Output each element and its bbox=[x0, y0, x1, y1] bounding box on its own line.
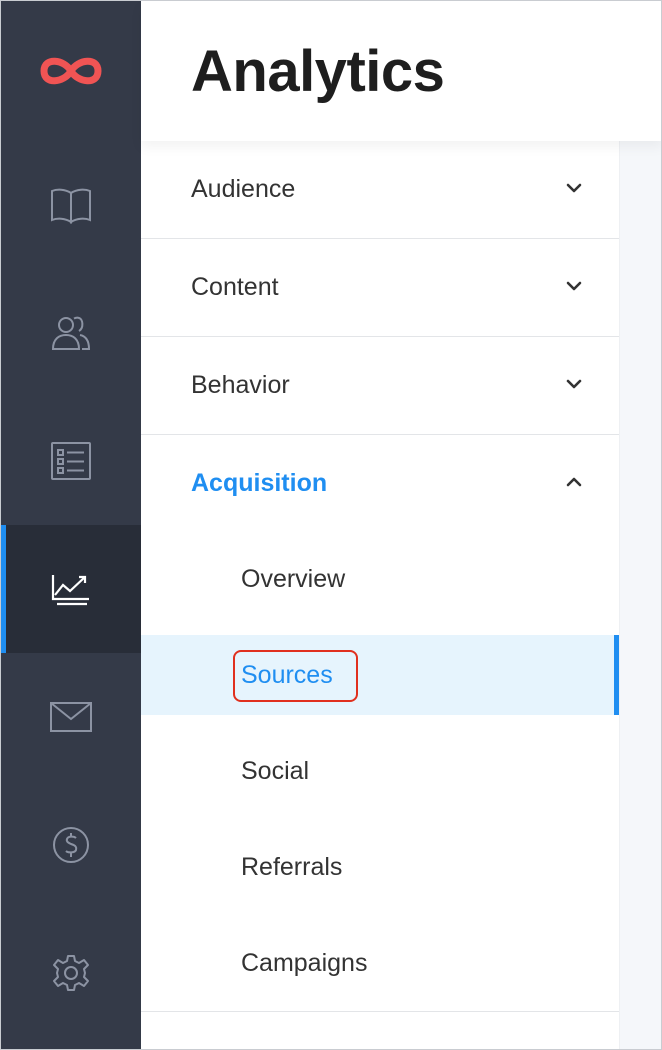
submenu-item-social[interactable]: Social bbox=[141, 731, 619, 811]
app-logo[interactable] bbox=[1, 1, 141, 141]
rail-item-content[interactable] bbox=[1, 141, 141, 269]
rail-item-mail[interactable] bbox=[1, 653, 141, 781]
book-icon bbox=[51, 188, 91, 224]
submenu-item-referrals[interactable]: Referrals bbox=[141, 827, 619, 907]
users-icon bbox=[51, 316, 91, 350]
menu-section-audience[interactable]: Audience bbox=[141, 141, 619, 239]
app-window: Analytics Audience Content Behavior Acqu… bbox=[0, 0, 662, 1050]
divider bbox=[141, 1011, 619, 1012]
highlight-annotation bbox=[233, 650, 358, 702]
section-label: Behavior bbox=[191, 371, 290, 399]
icon-rail bbox=[1, 1, 141, 1049]
page-header: Analytics bbox=[141, 1, 661, 141]
gear-icon bbox=[53, 955, 89, 991]
rail-item-settings[interactable] bbox=[1, 909, 141, 1037]
content-gutter bbox=[619, 141, 661, 1049]
chevron-down-icon bbox=[565, 375, 583, 393]
page-title: Analytics bbox=[191, 39, 445, 104]
dollar-icon bbox=[53, 827, 89, 863]
submenu-label: Social bbox=[241, 757, 310, 785]
submenu-label: Overview bbox=[241, 565, 346, 593]
infinity-logo-icon bbox=[40, 57, 102, 85]
analytics-menu: Audience Content Behavior Acquisition Ov bbox=[141, 141, 619, 1049]
chevron-down-icon bbox=[565, 179, 583, 197]
submenu-label: Campaigns bbox=[241, 949, 368, 977]
menu-section-content[interactable]: Content bbox=[141, 239, 619, 337]
rail-item-audience[interactable] bbox=[1, 269, 141, 397]
section-label: Content bbox=[191, 273, 279, 301]
submenu-item-overview[interactable]: Overview bbox=[141, 539, 619, 619]
section-label: Acquisition bbox=[191, 469, 328, 497]
rail-item-reports[interactable] bbox=[1, 397, 141, 525]
rail-item-billing[interactable] bbox=[1, 781, 141, 909]
section-label: Audience bbox=[191, 175, 296, 203]
submenu-item-campaigns[interactable]: Campaigns bbox=[141, 923, 619, 1003]
menu-section-acquisition[interactable]: Acquisition bbox=[141, 435, 619, 533]
submenu-item-sources[interactable]: Sources bbox=[141, 635, 619, 715]
analytics-chart-icon bbox=[51, 575, 89, 606]
mail-icon bbox=[50, 702, 92, 732]
menu-section-behavior[interactable]: Behavior bbox=[141, 337, 619, 435]
rail-item-analytics[interactable] bbox=[1, 525, 141, 653]
submenu-label: Referrals bbox=[241, 853, 343, 881]
chevron-down-icon bbox=[565, 277, 583, 295]
checklist-icon bbox=[51, 442, 91, 480]
chevron-up-icon bbox=[565, 473, 583, 491]
